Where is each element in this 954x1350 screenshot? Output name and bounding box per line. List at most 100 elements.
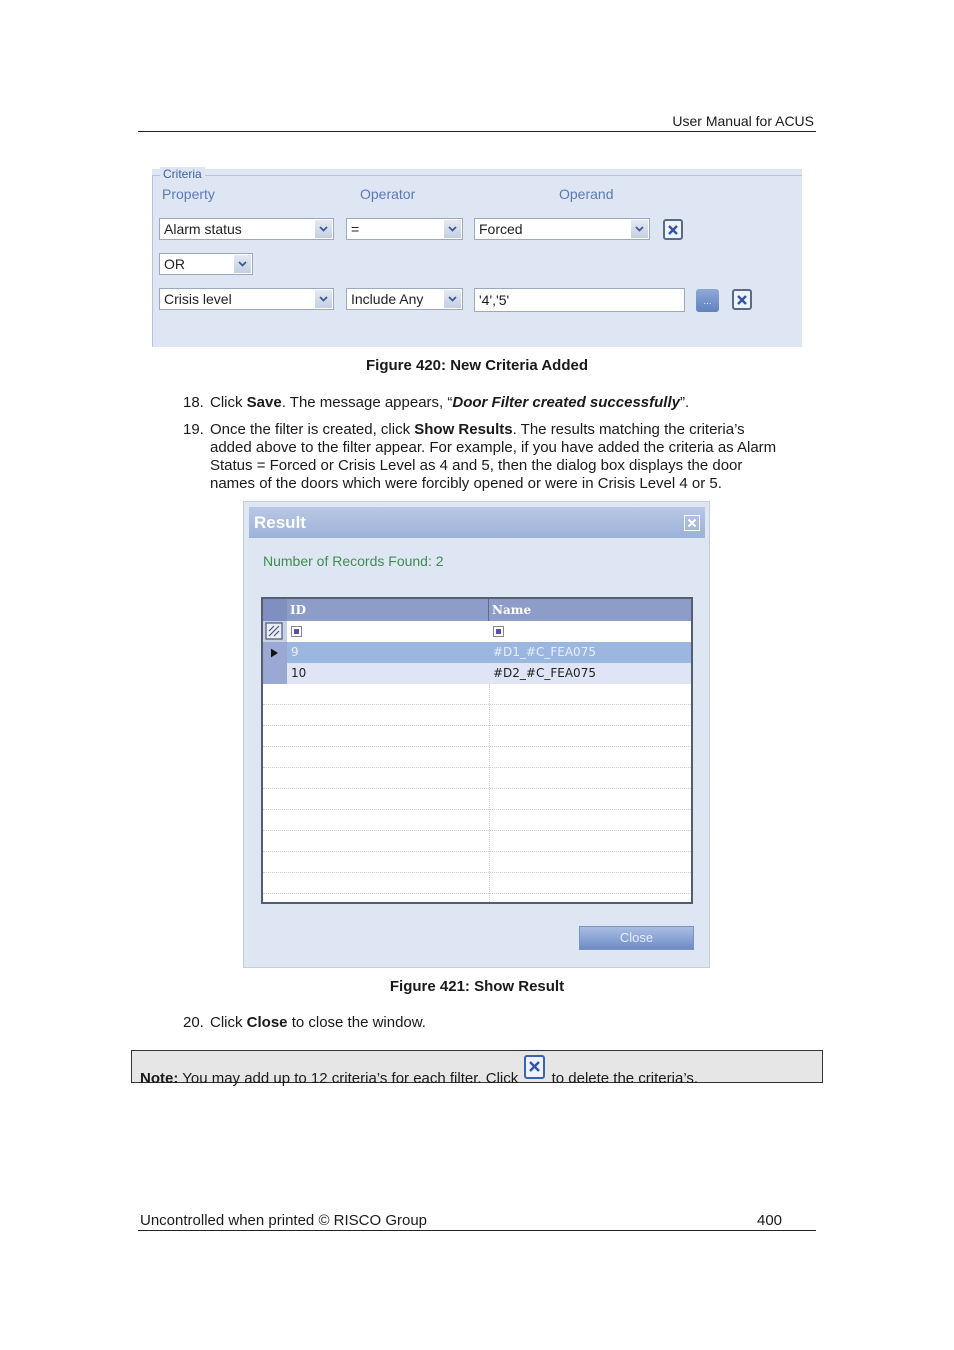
text: ”. xyxy=(679,394,690,411)
chevron-down-icon[interactable] xyxy=(444,220,461,238)
step-text: Click Close to close the window. xyxy=(210,1014,426,1032)
step-line: added above to the filter appear. For ex… xyxy=(210,439,777,456)
footer-text: Uncontrolled when printed © RISCO Group xyxy=(140,1212,428,1229)
header-rule xyxy=(138,131,816,132)
delete-criteria-icon xyxy=(524,1055,546,1079)
operator-select-1-value: = xyxy=(351,221,360,237)
cell-id: 9 xyxy=(291,645,299,659)
empty-row xyxy=(263,747,691,768)
browse-operand-button[interactable]: ... xyxy=(696,289,719,312)
operator-select-2-value: Include Any xyxy=(351,291,424,307)
show-results-term: Show Results xyxy=(414,421,513,438)
step-line: Once the filter is created, click Show R… xyxy=(210,421,776,439)
figure-421-caption: Figure 421: Show Result xyxy=(389,978,565,995)
text: . The results matching the criteria’s xyxy=(512,421,745,438)
cell-id: 10 xyxy=(291,666,307,680)
empty-row xyxy=(263,810,691,831)
operator-column-header: Operator xyxy=(360,186,416,202)
operator-select-1[interactable]: = xyxy=(346,218,463,240)
filter-row-selector[interactable] xyxy=(263,621,287,642)
empty-row xyxy=(263,852,691,873)
property-column-header: Property xyxy=(162,186,215,202)
column-header-name[interactable]: Name xyxy=(489,599,691,621)
chevron-down-icon[interactable] xyxy=(315,290,332,308)
note-text-after: to delete the criteria’s. xyxy=(551,1070,699,1087)
close-x-icon xyxy=(737,294,747,305)
chevron-down-icon[interactable] xyxy=(444,290,461,308)
empty-row xyxy=(263,873,691,894)
results-grid: ID Name 9 #D1_#C_FEA075 10 #D2_#C_FEA075 xyxy=(261,597,693,904)
table-row[interactable]: 10 #D2_#C_FEA075 xyxy=(263,663,691,684)
step-line: Status = Forced or Crisis Level as 4 and… xyxy=(210,457,743,474)
empty-row xyxy=(263,684,691,705)
close-term: Close xyxy=(246,1014,288,1031)
filter-cell-id[interactable] xyxy=(287,621,489,642)
close-button[interactable]: Close xyxy=(579,926,694,950)
empty-row xyxy=(263,726,691,747)
clear-filter-icon xyxy=(265,622,283,640)
empty-row xyxy=(263,705,691,726)
text: . The message appears, “ xyxy=(281,394,453,411)
step-line: names of the doors which were forcibly o… xyxy=(210,475,722,492)
filter-cell-name[interactable] xyxy=(489,621,691,642)
step-number: 19. xyxy=(183,421,204,438)
text: Click xyxy=(210,1014,247,1031)
operator-select-2[interactable]: Include Any xyxy=(346,288,463,310)
column-divider xyxy=(489,684,491,902)
dialog-close-button[interactable] xyxy=(684,515,700,531)
page-header-title: User Manual for ACUS xyxy=(672,113,814,129)
property-select-1[interactable]: Alarm status xyxy=(159,218,334,240)
chevron-down-icon[interactable] xyxy=(631,220,648,238)
dialog-title: Result xyxy=(254,513,306,532)
operand-select-1-value: Forced xyxy=(479,221,523,237)
operand-input-2[interactable]: '4','5' xyxy=(474,288,685,312)
text: Click xyxy=(210,394,247,411)
step-text: Click Save. The message appears, “Door F… xyxy=(210,394,689,412)
result-dialog: Result Number of Records Found: 2 ID Nam… xyxy=(243,501,710,968)
operand-input-2-value: '4','5' xyxy=(479,292,510,308)
note-label: Note: xyxy=(140,1070,179,1087)
save-term: Save xyxy=(246,394,282,411)
filter-row xyxy=(263,621,691,642)
row-selector[interactable] xyxy=(263,642,287,663)
dialog-title-bar: Result xyxy=(249,507,705,538)
footer-rule xyxy=(138,1230,816,1231)
records-found-text: Number of Records Found: 2 xyxy=(263,553,444,569)
criteria-panel: Criteria Property Operator Operand Alarm… xyxy=(152,167,802,347)
empty-row xyxy=(263,768,691,789)
current-row-arrow-icon xyxy=(271,648,278,658)
page-number: 400 xyxy=(757,1212,783,1229)
step-number: 18. xyxy=(183,394,204,411)
property-select-2-value: Crisis level xyxy=(164,291,232,307)
conjunction-select-value: OR xyxy=(164,256,185,272)
row-selector-header xyxy=(263,599,287,621)
close-x-icon xyxy=(668,224,678,235)
filter-icon[interactable] xyxy=(493,626,504,637)
filter-icon[interactable] xyxy=(291,626,302,637)
cell-name: #D2_#C_FEA075 xyxy=(493,666,596,680)
table-row[interactable]: 9 #D1_#C_FEA075 xyxy=(263,642,691,663)
chevron-down-icon[interactable] xyxy=(315,220,332,238)
note-box: Note: You may add up to 12 criteria’s fo… xyxy=(131,1050,823,1087)
close-x-icon xyxy=(687,518,697,528)
step-number: 20. xyxy=(183,1014,204,1031)
property-select-1-value: Alarm status xyxy=(164,221,242,237)
empty-row xyxy=(263,789,691,810)
chevron-down-icon[interactable] xyxy=(234,255,251,273)
text: to close the window. xyxy=(287,1014,426,1031)
criteria-legend: Criteria xyxy=(160,167,205,181)
operand-select-1[interactable]: Forced xyxy=(474,218,650,240)
delete-criteria-button-1[interactable] xyxy=(663,219,683,240)
column-header-id[interactable]: ID xyxy=(287,599,489,621)
success-message: Door Filter created successfully xyxy=(452,394,680,411)
text: Once the filter is created, click xyxy=(210,421,415,438)
operand-column-header: Operand xyxy=(559,186,614,202)
conjunction-select[interactable]: OR xyxy=(159,253,253,275)
figure-420-caption: Figure 420: New Criteria Added xyxy=(366,357,588,374)
property-select-2[interactable]: Crisis level xyxy=(159,288,334,310)
note-text-before: You may add up to 12 criteria’s for each… xyxy=(178,1070,519,1087)
row-selector[interactable] xyxy=(263,663,287,684)
delete-criteria-button-2[interactable] xyxy=(732,289,752,310)
cell-name: #D1_#C_FEA075 xyxy=(493,645,596,659)
grid-header: ID Name xyxy=(263,599,691,621)
